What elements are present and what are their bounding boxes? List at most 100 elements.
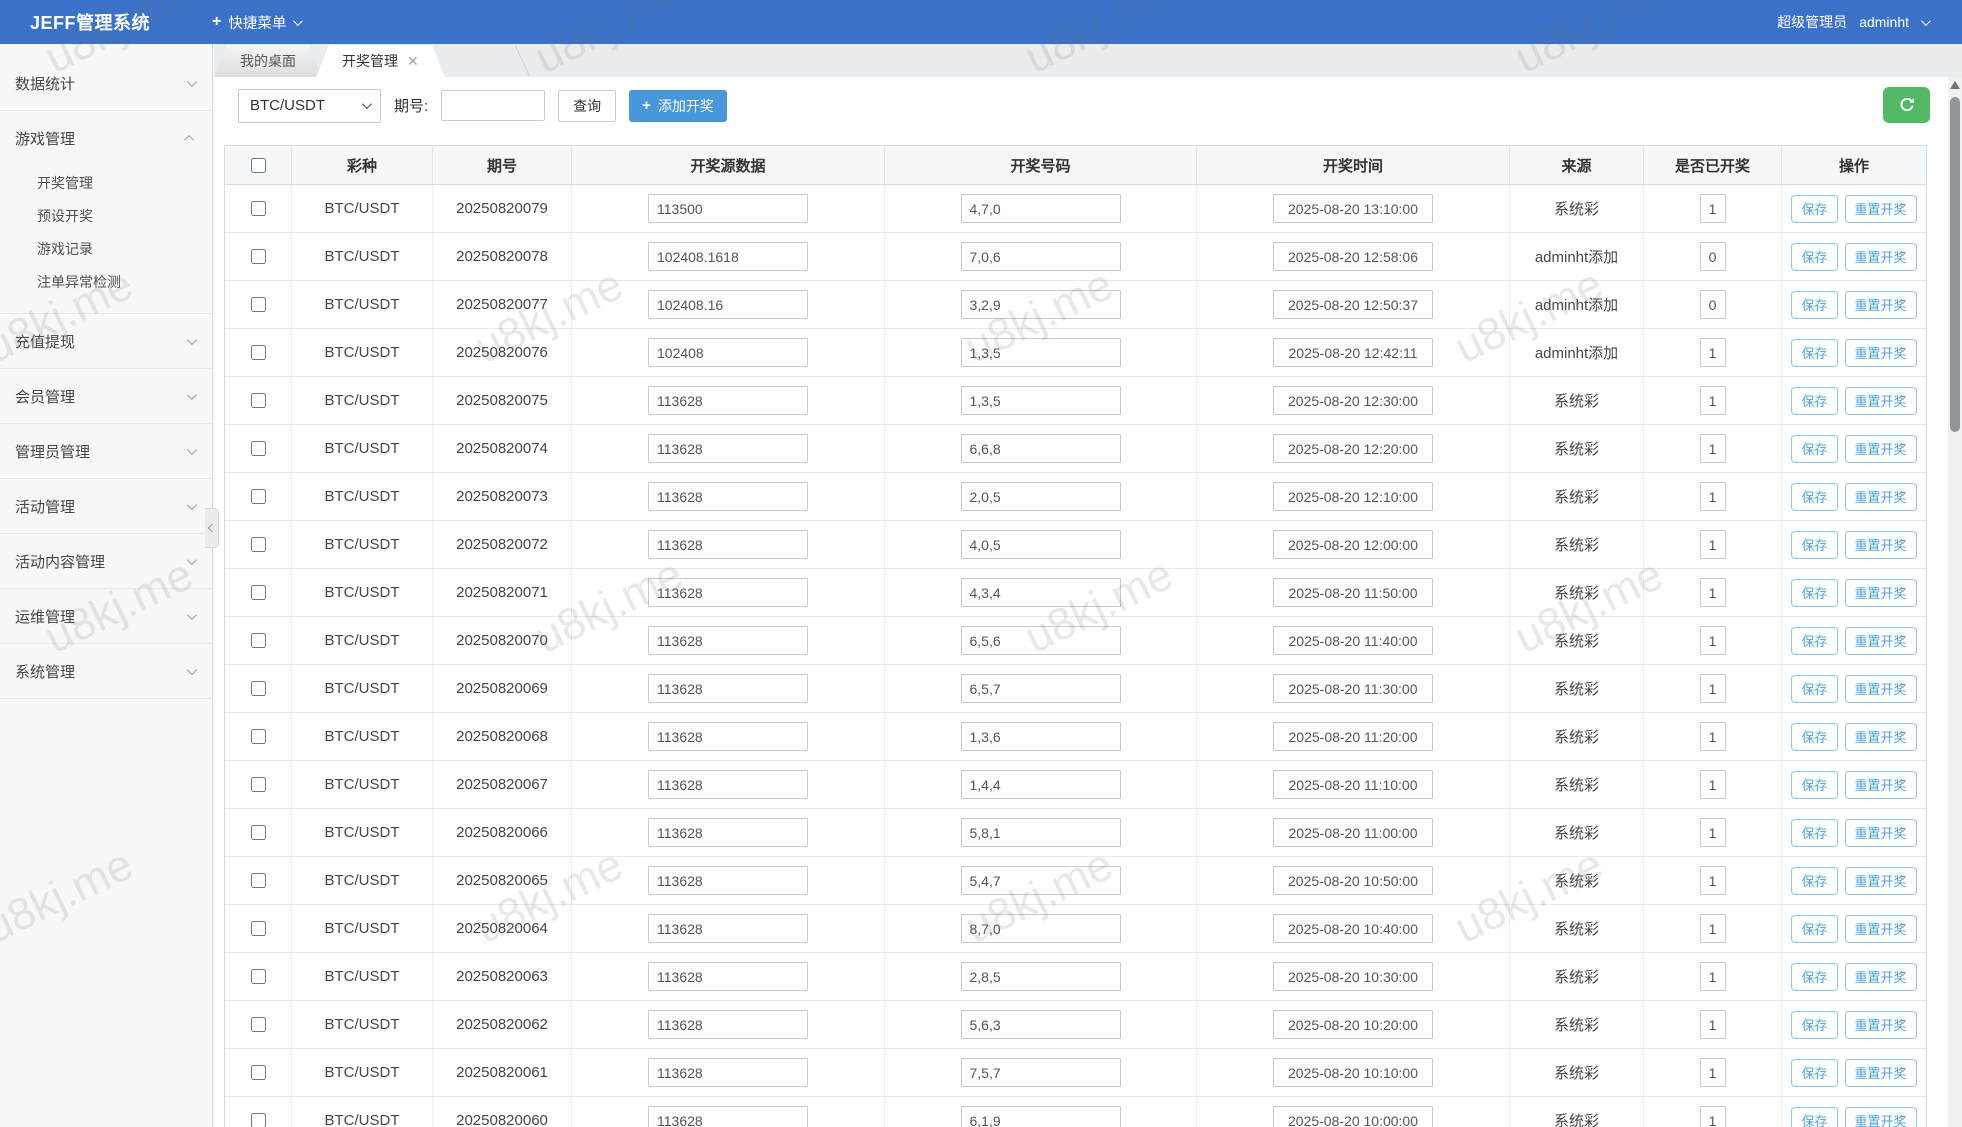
source-data-input[interactable] bbox=[648, 866, 808, 895]
tab-lottery-manage[interactable]: 开奖管理 ✕ bbox=[316, 45, 445, 77]
save-button[interactable]: 保存 bbox=[1791, 771, 1837, 799]
source-data-input[interactable] bbox=[648, 722, 808, 751]
source-data-input[interactable] bbox=[648, 578, 808, 607]
reset-draw-button[interactable]: 重置开奖 bbox=[1845, 483, 1917, 511]
source-data-input[interactable] bbox=[648, 290, 808, 319]
sidebar-subitem[interactable]: 游戏记录 bbox=[0, 233, 212, 266]
opened-flag-input[interactable] bbox=[1700, 914, 1726, 943]
row-checkbox[interactable] bbox=[251, 249, 266, 264]
sidebar-subitem[interactable]: 开奖管理 bbox=[0, 167, 212, 200]
quick-menu-button[interactable]: + 快捷菜单 bbox=[212, 12, 300, 33]
save-button[interactable]: 保存 bbox=[1791, 339, 1837, 367]
draw-time-input[interactable] bbox=[1273, 770, 1433, 799]
draw-numbers-input[interactable] bbox=[961, 578, 1121, 607]
draw-time-input[interactable] bbox=[1273, 818, 1433, 847]
query-button[interactable]: 查询 bbox=[558, 90, 616, 122]
reset-draw-button[interactable]: 重置开奖 bbox=[1845, 243, 1917, 271]
draw-numbers-input[interactable] bbox=[961, 674, 1121, 703]
reset-draw-button[interactable]: 重置开奖 bbox=[1845, 1107, 1917, 1127]
save-button[interactable]: 保存 bbox=[1791, 291, 1837, 319]
opened-flag-input[interactable] bbox=[1700, 962, 1726, 991]
draw-time-input[interactable] bbox=[1273, 674, 1433, 703]
sidebar-item[interactable]: 数据统计 bbox=[0, 56, 212, 110]
reset-draw-button[interactable]: 重置开奖 bbox=[1845, 867, 1917, 895]
sidebar-item[interactable]: 运维管理 bbox=[0, 589, 212, 643]
close-icon[interactable]: ✕ bbox=[407, 54, 419, 68]
sidebar-subitem[interactable]: 预设开奖 bbox=[0, 200, 212, 233]
reset-draw-button[interactable]: 重置开奖 bbox=[1845, 627, 1917, 655]
reset-draw-button[interactable]: 重置开奖 bbox=[1845, 435, 1917, 463]
source-data-input[interactable] bbox=[648, 914, 808, 943]
row-checkbox[interactable] bbox=[251, 921, 266, 936]
opened-flag-input[interactable] bbox=[1700, 482, 1726, 511]
save-button[interactable]: 保存 bbox=[1791, 1011, 1837, 1039]
opened-flag-input[interactable] bbox=[1700, 626, 1726, 655]
row-checkbox[interactable] bbox=[251, 633, 266, 648]
row-checkbox[interactable] bbox=[251, 441, 266, 456]
period-input[interactable] bbox=[441, 90, 545, 121]
draw-numbers-input[interactable] bbox=[961, 962, 1121, 991]
sidebar-item[interactable]: 活动内容管理 bbox=[0, 534, 212, 588]
save-button[interactable]: 保存 bbox=[1791, 675, 1837, 703]
save-button[interactable]: 保存 bbox=[1791, 1107, 1837, 1127]
draw-time-input[interactable] bbox=[1273, 386, 1433, 415]
opened-flag-input[interactable] bbox=[1700, 290, 1726, 319]
lottery-select[interactable]: BTC/USDT bbox=[238, 89, 381, 123]
opened-flag-input[interactable] bbox=[1700, 818, 1726, 847]
sidebar-item[interactable]: 活动管理 bbox=[0, 479, 212, 533]
row-checkbox[interactable] bbox=[251, 1113, 266, 1127]
draw-numbers-input[interactable] bbox=[961, 722, 1121, 751]
sidebar-subitem[interactable]: 注单异常检测 bbox=[0, 266, 212, 299]
row-checkbox[interactable] bbox=[251, 297, 266, 312]
draw-numbers-input[interactable] bbox=[961, 818, 1121, 847]
opened-flag-input[interactable] bbox=[1700, 530, 1726, 559]
reset-draw-button[interactable]: 重置开奖 bbox=[1845, 579, 1917, 607]
draw-time-input[interactable] bbox=[1273, 482, 1433, 511]
save-button[interactable]: 保存 bbox=[1791, 915, 1837, 943]
opened-flag-input[interactable] bbox=[1700, 578, 1726, 607]
draw-time-input[interactable] bbox=[1273, 434, 1433, 463]
draw-numbers-input[interactable] bbox=[961, 194, 1121, 223]
save-button[interactable]: 保存 bbox=[1791, 387, 1837, 415]
row-checkbox[interactable] bbox=[251, 585, 266, 600]
scroll-up-arrow-icon[interactable] bbox=[1950, 81, 1960, 89]
reset-draw-button[interactable]: 重置开奖 bbox=[1845, 771, 1917, 799]
reset-draw-button[interactable]: 重置开奖 bbox=[1845, 531, 1917, 559]
draw-numbers-input[interactable] bbox=[961, 530, 1121, 559]
reset-draw-button[interactable]: 重置开奖 bbox=[1845, 819, 1917, 847]
opened-flag-input[interactable] bbox=[1700, 1010, 1726, 1039]
draw-time-input[interactable] bbox=[1273, 194, 1433, 223]
sidebar-item[interactable]: 游戏管理 bbox=[0, 111, 212, 165]
save-button[interactable]: 保存 bbox=[1791, 963, 1837, 991]
draw-numbers-input[interactable] bbox=[961, 338, 1121, 367]
draw-time-input[interactable] bbox=[1273, 1106, 1433, 1127]
opened-flag-input[interactable] bbox=[1700, 674, 1726, 703]
refresh-button[interactable] bbox=[1883, 87, 1930, 123]
draw-time-input[interactable] bbox=[1273, 338, 1433, 367]
draw-time-input[interactable] bbox=[1273, 914, 1433, 943]
source-data-input[interactable] bbox=[648, 242, 808, 271]
draw-time-input[interactable] bbox=[1273, 290, 1433, 319]
row-checkbox[interactable] bbox=[251, 969, 266, 984]
save-button[interactable]: 保存 bbox=[1791, 483, 1837, 511]
opened-flag-input[interactable] bbox=[1700, 386, 1726, 415]
tab-my-desktop[interactable]: 我的桌面 bbox=[214, 45, 322, 77]
row-checkbox[interactable] bbox=[251, 393, 266, 408]
source-data-input[interactable] bbox=[648, 1106, 808, 1127]
source-data-input[interactable] bbox=[648, 626, 808, 655]
reset-draw-button[interactable]: 重置开奖 bbox=[1845, 963, 1917, 991]
source-data-input[interactable] bbox=[648, 434, 808, 463]
row-checkbox[interactable] bbox=[251, 777, 266, 792]
save-button[interactable]: 保存 bbox=[1791, 627, 1837, 655]
opened-flag-input[interactable] bbox=[1700, 1058, 1726, 1087]
save-button[interactable]: 保存 bbox=[1791, 723, 1837, 751]
draw-numbers-input[interactable] bbox=[961, 626, 1121, 655]
source-data-input[interactable] bbox=[648, 674, 808, 703]
add-lottery-button[interactable]: + 添加开奖 bbox=[629, 90, 727, 122]
row-checkbox[interactable] bbox=[251, 873, 266, 888]
save-button[interactable]: 保存 bbox=[1791, 435, 1837, 463]
draw-numbers-input[interactable] bbox=[961, 1106, 1121, 1127]
draw-numbers-input[interactable] bbox=[961, 866, 1121, 895]
opened-flag-input[interactable] bbox=[1700, 242, 1726, 271]
source-data-input[interactable] bbox=[648, 482, 808, 511]
